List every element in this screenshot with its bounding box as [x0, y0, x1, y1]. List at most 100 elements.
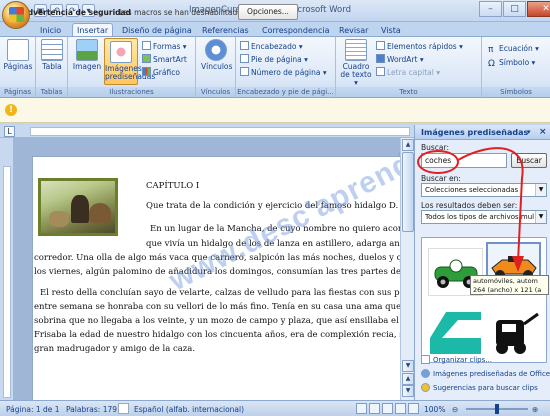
tab-selector-icon[interactable]: L	[4, 126, 15, 137]
text-box-icon	[345, 39, 367, 61]
grafico-label: Gráfico	[153, 68, 180, 77]
zoom-out-icon[interactable]: ⊖	[452, 405, 458, 414]
grafico-button[interactable]: Gráfico	[142, 67, 180, 78]
language-indicator[interactable]: Español (alfab. internacional)	[134, 405, 244, 414]
paragraph-line: Frisaba la edad de nuestro hidalgo con l…	[34, 330, 414, 340]
paragraph-line: En un lugar de la Mancha, de cuyo nombre…	[150, 224, 414, 234]
header-icon	[240, 41, 249, 50]
group-label-vinculos: Vínculos	[196, 87, 235, 97]
security-warning-bar: !	[0, 98, 550, 123]
smartart-button[interactable]: SmartArt	[142, 54, 187, 65]
office-online-label: Imágenes prediseñadas de Office O	[433, 370, 550, 378]
group-tablas: Tabla Tablas	[36, 37, 68, 97]
paginas-label: Páginas	[3, 62, 33, 71]
table-icon	[41, 39, 63, 61]
teal-car-icon	[430, 312, 481, 354]
search-in-select[interactable]: Colecciones seleccionadas ▼	[421, 183, 547, 197]
sugerencias-label: Sugerencias para buscar clips	[433, 384, 538, 392]
paginas-button[interactable]: Páginas	[3, 39, 33, 71]
picture-icon	[76, 39, 98, 61]
folder-icon	[421, 355, 430, 364]
tooltip-line: automóviles, autom	[473, 277, 538, 285]
document-area[interactable]: CAPÍTULO I Que trata de la condición y e…	[14, 138, 414, 400]
task-pane-title: Imágenes prediseñadas	[421, 128, 529, 137]
zoom-slider-thumb[interactable]	[495, 404, 499, 414]
letra-capital-label: Letra capital ▾	[387, 68, 440, 77]
sugerencias-link[interactable]: Sugerencias para buscar clips	[421, 383, 538, 392]
smartart-icon	[142, 54, 151, 63]
clip-result-teal-car[interactable]	[428, 308, 483, 356]
organizar-clips-link[interactable]: Organizar clips...	[421, 355, 492, 364]
tabla-button[interactable]: Tabla	[39, 39, 65, 71]
picture-figure-light	[49, 211, 69, 227]
view-full-screen-icon[interactable]	[369, 403, 380, 414]
wordart-icon	[376, 54, 385, 63]
cuadro-texto-button[interactable]: Cuadro de texto ▾	[340, 39, 372, 87]
zoom-level[interactable]: 100%	[424, 405, 445, 414]
task-pane-menu-icon[interactable]: ▾	[527, 128, 531, 136]
imagen-button[interactable]: Imagen	[72, 39, 102, 71]
chapter-subtitle: Que trata de la condición y ejercicio de…	[146, 201, 414, 211]
numero-pagina-button[interactable]: Número de página ▾	[240, 67, 327, 78]
security-warning-message: Las macros se han deshabilitado.	[119, 8, 245, 17]
search-button[interactable]: Buscar	[511, 153, 547, 168]
clip-result-tow-truck[interactable]	[486, 310, 541, 358]
clip-results-list[interactable]: ▾	[421, 237, 547, 363]
pages-icon	[7, 39, 29, 61]
ruler-strip	[30, 127, 410, 136]
window-controls: – □ ✕	[478, 1, 550, 17]
scroll-down-icon[interactable]: ▼	[402, 360, 414, 372]
ecuacion-button[interactable]: π Ecuación ▾	[488, 43, 539, 55]
vinculos-button[interactable]: Vínculos	[201, 39, 232, 71]
paragraph-line: gran madrugador y amigo de la caza.	[34, 344, 196, 354]
chapter-title: CAPÍTULO I	[146, 181, 200, 191]
vertical-ruler[interactable]	[0, 138, 14, 400]
tow-truck-icon	[496, 312, 539, 354]
globe-link-icon	[205, 39, 227, 61]
minimize-button[interactable]: –	[479, 1, 502, 17]
elementos-rapidos-button[interactable]: Elementos rápidos ▾	[376, 41, 463, 52]
formas-button[interactable]: Formas ▾	[142, 41, 187, 52]
office-online-link[interactable]: Imágenes prediseñadas de Office O	[421, 369, 550, 378]
encabezado-button[interactable]: Encabezado ▾	[240, 41, 303, 52]
horizontal-ruler[interactable]: L	[0, 125, 414, 138]
scroll-up-icon[interactable]: ▲	[402, 139, 414, 151]
maximize-button[interactable]: □	[503, 1, 526, 17]
chevron-down-icon[interactable]: ▼	[535, 211, 546, 223]
results-type-select[interactable]: Todos los tipos de archivos mul ▼	[421, 210, 547, 224]
security-options-button[interactable]: Opciones...	[238, 4, 298, 20]
group-simbolos: π Ecuación ▾ Ω Símbolo ▾ Símbolos	[482, 37, 550, 97]
group-paginas: Páginas Páginas	[0, 37, 36, 97]
previous-page-icon[interactable]: ▲	[402, 373, 414, 385]
view-print-layout-icon[interactable]	[356, 403, 367, 414]
next-page-icon[interactable]: ▼	[402, 385, 414, 397]
spellcheck-icon[interactable]	[118, 403, 129, 414]
imagenes-prediseñadas-button[interactable]: Imágenes prediseñadas	[104, 38, 155, 85]
footer-icon	[240, 54, 249, 63]
simbolo-button[interactable]: Ω Símbolo ▾	[488, 57, 535, 69]
zoom-in-icon[interactable]: ⊕	[532, 405, 538, 414]
warning-icon: !	[5, 104, 17, 116]
view-outline-icon[interactable]	[395, 403, 406, 414]
page-count[interactable]: Página: 1 de 1	[6, 405, 60, 414]
ribbon: Páginas Páginas Tabla Tablas Imagen Imág…	[0, 36, 550, 98]
scroll-thumb[interactable]	[402, 152, 414, 232]
view-web-icon[interactable]	[382, 403, 393, 414]
office-button[interactable]	[2, 1, 30, 29]
close-button[interactable]: ✕	[527, 1, 550, 17]
results-type-label: Los resultados deben ser:	[421, 201, 518, 210]
chart-icon	[142, 67, 151, 76]
letra-capital-button[interactable]: Letra capital ▾	[376, 67, 440, 78]
vertical-scrollbar[interactable]: ▲ ▼ ▲ ▼	[400, 138, 414, 400]
view-draft-icon[interactable]	[408, 403, 419, 414]
chevron-down-icon[interactable]: ▼	[535, 184, 546, 196]
task-pane-close-icon[interactable]: ×	[539, 127, 547, 137]
document-picture[interactable]	[38, 178, 118, 236]
help-icon	[421, 383, 430, 392]
tabla-label: Tabla	[42, 62, 62, 71]
clip-art-icon	[110, 41, 132, 63]
wordart-button[interactable]: WordArt ▾	[376, 54, 424, 65]
group-label-ilustraciones: Ilustraciones	[68, 87, 195, 97]
pie-pagina-button[interactable]: Pie de página ▾	[240, 54, 308, 65]
word-count[interactable]: Palabras: 179	[66, 405, 117, 414]
